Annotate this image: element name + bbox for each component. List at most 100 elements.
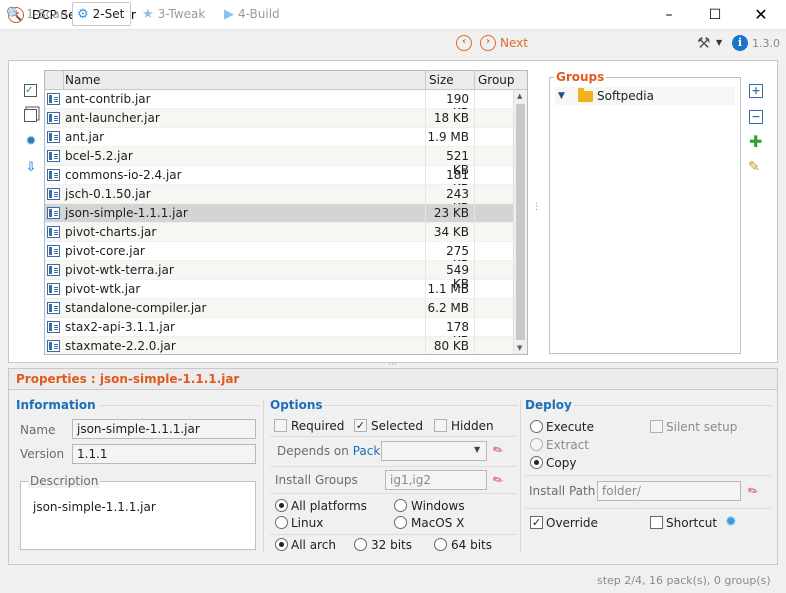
shortcut-settings-icon[interactable]: ✹ (725, 514, 737, 530)
collapse-all-icon[interactable]: − (749, 110, 763, 124)
64-bits-radio[interactable] (434, 538, 447, 551)
32-bits-radio[interactable] (354, 538, 367, 551)
required-checkbox[interactable] (274, 419, 287, 432)
column-header-name[interactable]: Name (65, 73, 100, 87)
windows-radio[interactable] (394, 499, 407, 512)
step-scan-label: 1-Scan (26, 7, 68, 21)
pack-select[interactable] (381, 441, 487, 461)
play-icon: ▶ (224, 6, 234, 22)
table-row[interactable]: stax2-api-3.1.1.jar178 KB (45, 318, 527, 348)
all-arch-radio[interactable] (275, 538, 288, 551)
check-all-icon[interactable]: ✓ (24, 84, 37, 97)
tools-icon[interactable]: ⚒ (697, 34, 710, 52)
jar-file-icon (47, 150, 60, 162)
shortcut-checkbox[interactable] (650, 516, 663, 529)
table-row[interactable]: ant-launcher.jar 18 KB (45, 109, 527, 128)
linux-label: Linux (291, 516, 324, 530)
install-path-field[interactable]: folder/ (597, 481, 741, 501)
chevron-down-icon[interactable]: ▼ (716, 38, 722, 47)
step-build-tab[interactable]: ▶ 4-Build (220, 2, 286, 26)
extract-label: Extract (546, 438, 589, 452)
jar-file-icon (47, 283, 60, 295)
chevron-down-icon[interactable]: ▼ (474, 445, 480, 454)
macos-radio[interactable] (394, 516, 407, 529)
uncheck-all-icon[interactable] (24, 109, 37, 122)
jar-file-icon (47, 321, 60, 333)
extract-radio[interactable] (530, 438, 543, 451)
description-box[interactable] (20, 481, 256, 550)
override-checkbox[interactable]: ✓ (530, 516, 543, 529)
jar-file-icon (47, 112, 60, 124)
search-icon: 🔍 (6, 6, 23, 22)
table-row[interactable]: json-simple-1.1.1.jar 23 KB (45, 204, 527, 223)
hidden-checkbox[interactable] (434, 419, 447, 432)
version-label: 1.3.0 (752, 37, 780, 50)
table-row[interactable]: pivot-wtk-terra.jar 549 KB (45, 261, 527, 291)
table-row[interactable]: pivot-core.jar275 KB (45, 242, 527, 272)
file-size-cell: 6.2 MB (427, 301, 469, 315)
step-scan-tab[interactable]: 🔍 1-Scan (2, 2, 73, 26)
install-groups-field[interactable]: ig1,ig2 (385, 470, 487, 490)
jar-file-icon (47, 226, 60, 238)
file-name-cell: stax2-api-3.1.1.jar (65, 320, 175, 334)
step-tweak-tab[interactable]: ★ 3-Tweak (138, 2, 211, 26)
expand-all-icon[interactable]: + (749, 84, 763, 98)
file-name-cell: ant-launcher.jar (65, 111, 160, 125)
file-name-cell: standalone-compiler.jar (65, 301, 207, 315)
table-scrollbar[interactable]: ▲ ▼ (513, 90, 527, 354)
file-size-cell: 1.1 MB (427, 282, 469, 296)
version-field[interactable]: 1.1.1 (72, 444, 256, 464)
table-row[interactable]: ant-contrib.jar190 KB (45, 90, 527, 120)
file-size-cell: 34 KB (433, 225, 469, 239)
file-name-cell: pivot-wtk.jar (65, 282, 141, 296)
groups-title: Groups (554, 70, 607, 84)
table-row[interactable]: standalone-compiler.jar 6.2 MB (45, 299, 527, 318)
windows-label: Windows (411, 499, 465, 513)
file-name-cell: pivot-wtk-terra.jar (65, 263, 174, 277)
file-size-cell: 80 KB (433, 339, 469, 353)
version-label: Version (20, 447, 65, 461)
tree-expand-icon[interactable]: ▼ (558, 91, 565, 101)
table-row[interactable]: staxmate-2.2.0.jar 80 KB (45, 337, 527, 354)
info-icon[interactable]: i (732, 35, 748, 51)
execute-radio[interactable] (530, 420, 543, 433)
scroll-down-icon[interactable]: ▼ (517, 344, 522, 352)
table-row[interactable]: pivot-wtk.jar 1.1 MB (45, 280, 527, 299)
file-name-cell: pivot-core.jar (65, 244, 145, 258)
table-row[interactable]: bcel-5.2.jar 521 KB (45, 147, 527, 177)
table-row[interactable]: pivot-charts.jar 34 KB (45, 223, 527, 242)
close-button[interactable]: ✕ (738, 0, 784, 30)
previous-icon[interactable]: ‹ (456, 35, 472, 51)
next-button[interactable]: Next (500, 36, 528, 50)
depends-pack-link[interactable]: Pack (353, 444, 381, 458)
bug-icon[interactable]: ✹ (23, 134, 39, 150)
file-size-cell: 18 KB (433, 111, 469, 125)
vertical-splitter-icon[interactable]: ⋮ (532, 203, 541, 212)
copy-radio[interactable] (530, 456, 543, 469)
selected-checkbox[interactable]: ✓ (354, 419, 367, 432)
jar-file-icon (47, 93, 60, 105)
add-group-icon[interactable]: ✚ (749, 134, 762, 150)
maximize-button[interactable]: ☐ (692, 0, 738, 30)
group-item-softpedia[interactable]: Softpedia (597, 89, 654, 103)
column-header-size[interactable]: Size (429, 73, 454, 87)
name-field[interactable]: json-simple-1.1.1.jar (72, 419, 256, 439)
next-icon[interactable]: › (480, 35, 496, 51)
properties-title: Properties : json-simple-1.1.1.jar (16, 372, 240, 386)
selected-label: Selected (371, 419, 424, 433)
scroll-up-icon[interactable]: ▲ (517, 92, 522, 100)
column-header-group[interactable]: Group (478, 73, 515, 87)
arrow-down-icon[interactable]: ⇩ (23, 160, 39, 176)
jar-file-icon (47, 302, 60, 314)
scroll-thumb[interactable] (516, 104, 525, 340)
step-set-tab[interactable]: ⚙ 2-Set (72, 2, 132, 26)
description-text[interactable]: json-simple-1.1.1.jar (33, 500, 156, 514)
table-row[interactable]: ant.jar 1.9 MB (45, 128, 527, 147)
minimize-button[interactable]: – (646, 0, 692, 30)
linux-radio[interactable] (275, 516, 288, 529)
clean-icon[interactable]: ✎ (748, 159, 760, 175)
table-row[interactable]: commons-io-2.4.jar181 KB (45, 166, 527, 196)
table-row[interactable]: jsch-0.1.50.jar243 KB (45, 185, 527, 215)
all-platforms-radio[interactable] (275, 499, 288, 512)
silent-setup-checkbox[interactable] (650, 420, 663, 433)
